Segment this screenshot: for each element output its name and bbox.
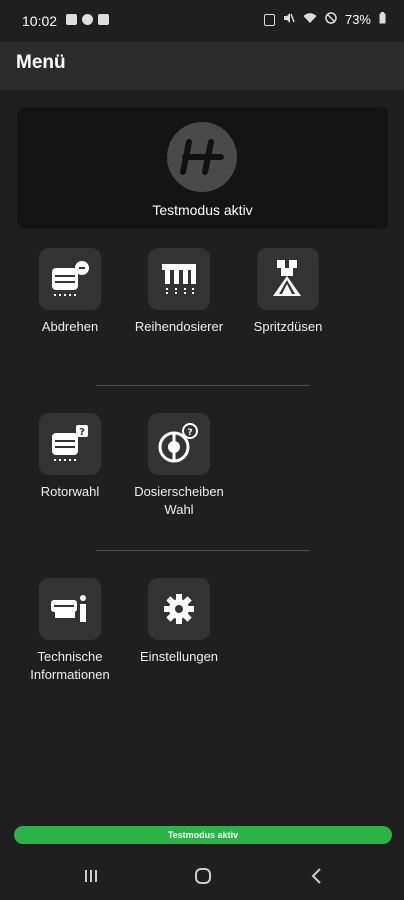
cloud-icon xyxy=(82,14,93,25)
menu-tile-label: Rotorwahl xyxy=(40,484,100,499)
menu-tile-label: Abdrehen xyxy=(41,319,99,334)
menu-tile-label: Einstellungen xyxy=(139,649,219,664)
mute-icon xyxy=(283,12,295,27)
menu-tile-label: Spritzdüsen xyxy=(253,319,323,334)
test-mode-card: Testmodus aktiv xyxy=(17,107,388,229)
status-time: 10:02 xyxy=(22,13,58,29)
dosierscheiben-icon: ? xyxy=(148,413,210,475)
menu-tile-reihendosierer[interactable]: Reihendosierer xyxy=(129,248,229,336)
menu-tile-label: Technische Informationen xyxy=(30,649,110,682)
rotorwahl-icon: ? xyxy=(39,413,101,475)
logo-icon xyxy=(167,122,237,192)
home-icon xyxy=(195,868,211,884)
divider xyxy=(96,385,310,386)
page-title: Menü xyxy=(16,52,66,73)
home-button[interactable] xyxy=(188,864,218,888)
menu-tile-dosierscheiben[interactable]: ? Dosierscheiben Wahl xyxy=(129,413,229,519)
menu-tile-technische-informationen[interactable]: Technische Informationen xyxy=(20,578,120,684)
divider xyxy=(96,550,310,551)
menu-tile-einstellungen[interactable]: Einstellungen xyxy=(129,578,229,666)
system-nav-bar xyxy=(0,852,404,900)
teams-icon xyxy=(98,14,109,25)
recents-icon xyxy=(85,870,97,882)
abdrehen-icon xyxy=(39,248,101,310)
recents-button[interactable] xyxy=(76,864,106,888)
menu-tile-label: Reihendosierer xyxy=(134,319,224,334)
menu-tile-rotorwahl[interactable]: ? Rotorwahl xyxy=(20,413,120,501)
status-bar: 10:02 73% xyxy=(0,0,404,42)
battery-percent: 73% xyxy=(344,12,371,27)
system-icons: 73% xyxy=(263,12,386,27)
test-mode-label: Testmodus aktiv xyxy=(152,202,253,218)
reihendosierer-icon xyxy=(148,248,210,310)
test-mode-banner: Testmodus aktiv xyxy=(14,826,392,844)
spritzduesen-icon xyxy=(257,248,319,310)
dnd-icon xyxy=(325,12,337,27)
svg-text:?: ? xyxy=(187,428,192,438)
notification-icons xyxy=(66,14,109,25)
menu-tile-spritzduesen[interactable]: Spritzdüsen xyxy=(238,248,338,336)
gear-icon xyxy=(148,578,210,640)
back-icon xyxy=(311,868,321,884)
wifi-icon xyxy=(303,12,317,27)
main-content: Testmodus aktiv Abdrehen Reihendosierer … xyxy=(0,90,404,828)
back-button[interactable] xyxy=(302,864,332,888)
info-icon xyxy=(39,578,101,640)
svg-text:?: ? xyxy=(79,427,85,438)
app-bar: Menü xyxy=(0,42,404,90)
menu-tile-label: Dosierscheiben Wahl xyxy=(134,484,224,517)
battery-icon xyxy=(379,12,386,27)
menu-tile-abdrehen[interactable]: Abdrehen xyxy=(20,248,120,336)
battery-saver-icon xyxy=(263,13,275,26)
gallery-icon xyxy=(66,14,77,25)
